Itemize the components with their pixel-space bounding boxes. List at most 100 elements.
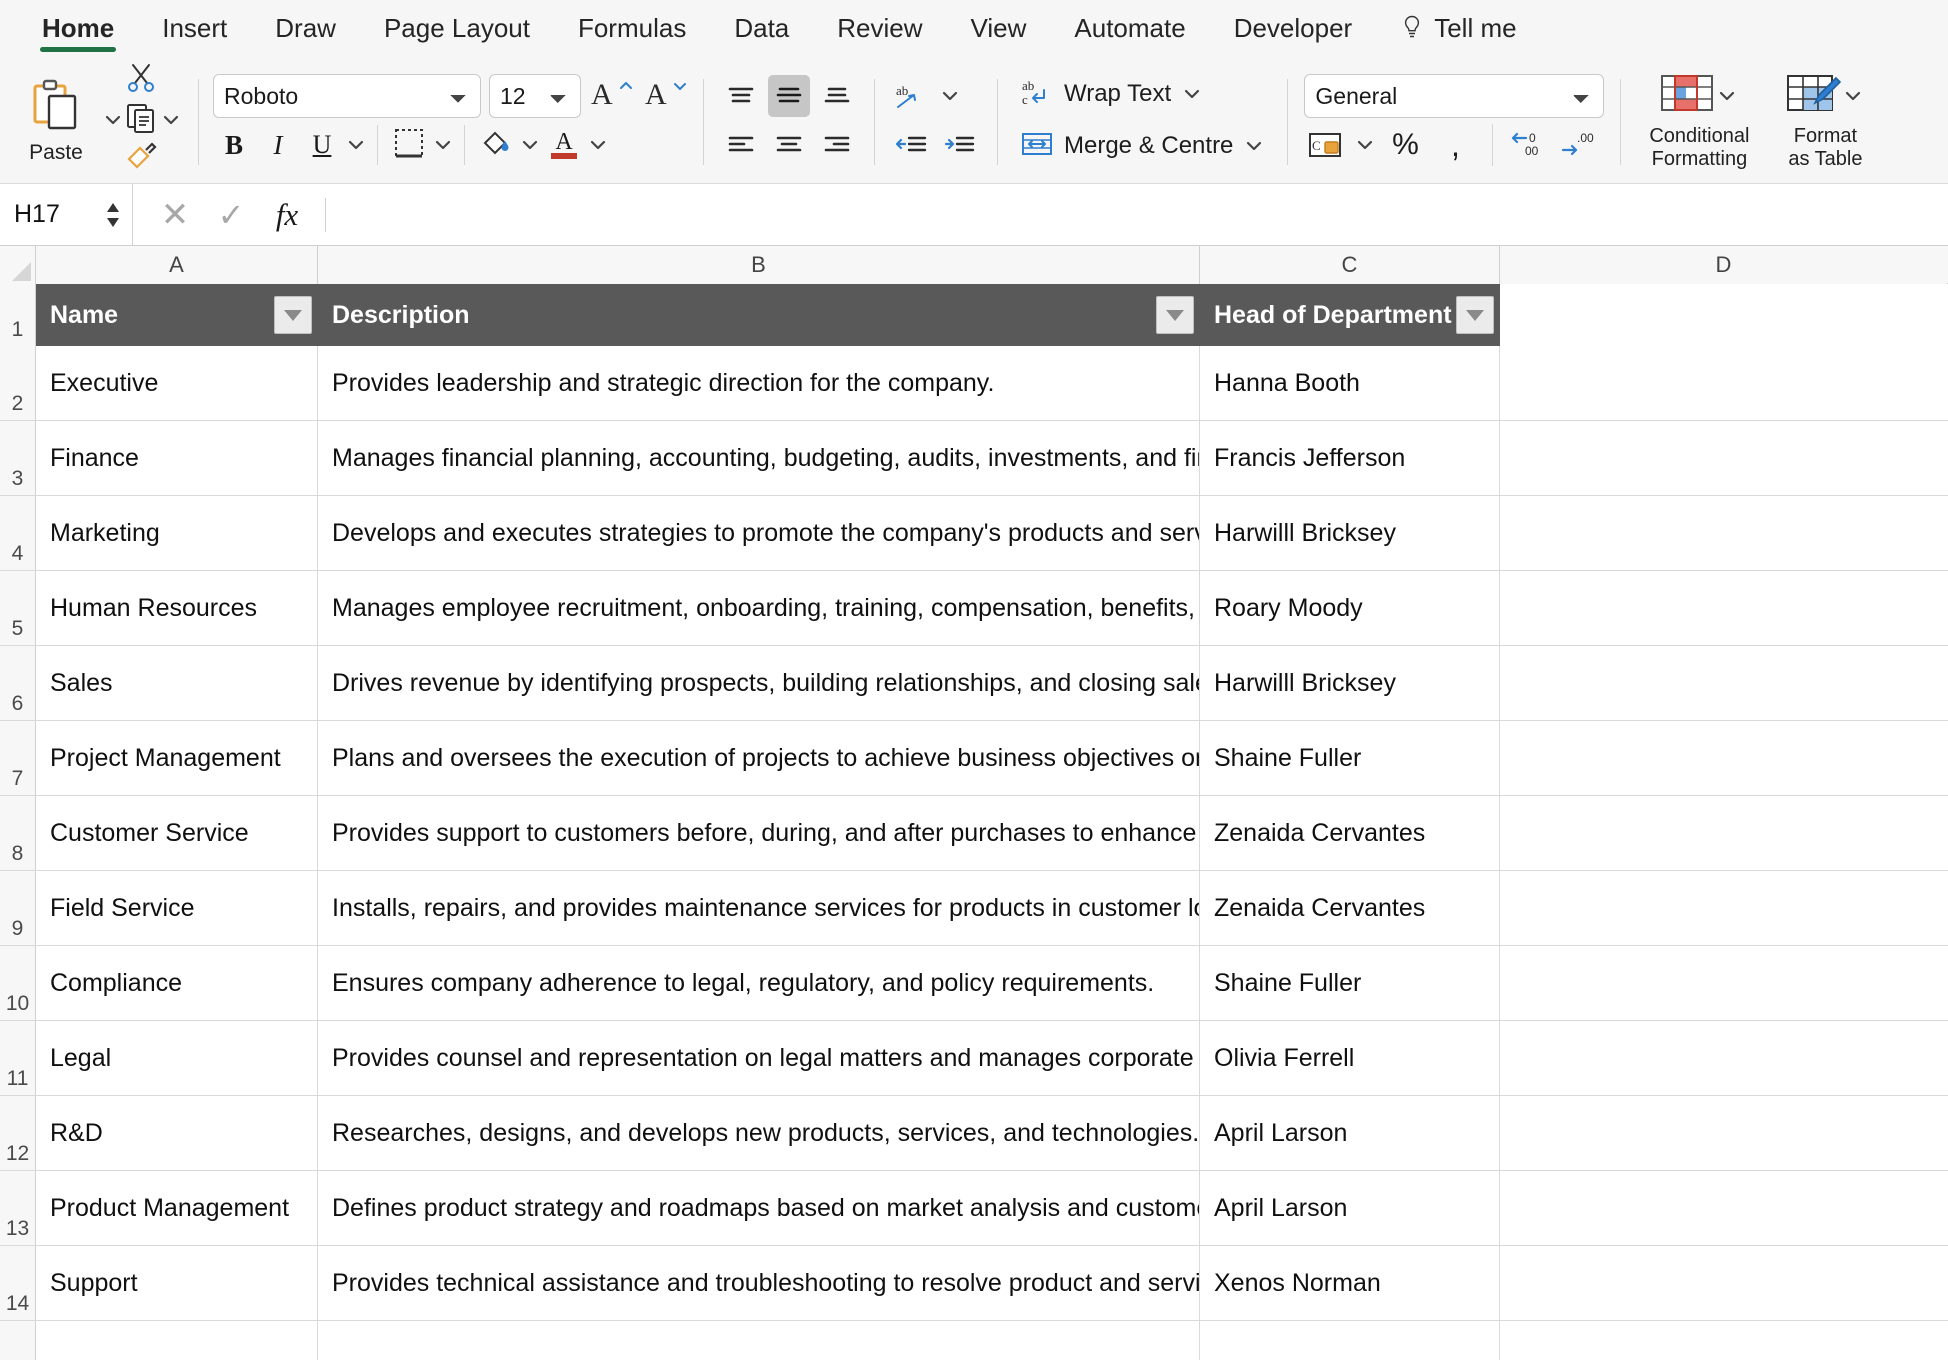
column-header-b[interactable]: B <box>318 246 1200 284</box>
cell-description[interactable]: Manages employee recruitment, onboarding… <box>318 571 1200 645</box>
row-header-11[interactable]: 11 <box>0 1021 36 1095</box>
accounting-format-button[interactable]: C <box>1304 124 1346 166</box>
percent-style-button[interactable]: % <box>1384 124 1426 166</box>
cell-empty[interactable] <box>1500 346 1947 420</box>
cell-head-of-department[interactable]: Hanna Booth <box>1200 346 1500 420</box>
decrease-decimal-button[interactable]: .00 <box>1559 124 1601 166</box>
cell-head-of-department[interactable]: Roary Moody <box>1200 571 1500 645</box>
cell-head-of-department[interactable]: April Larson <box>1200 1096 1500 1170</box>
table-header-head-of-department[interactable]: Head of Department <box>1200 284 1500 346</box>
cell-empty[interactable] <box>1500 496 1947 570</box>
row-header-7[interactable]: 7 <box>0 721 36 795</box>
row-header-5[interactable]: 5 <box>0 571 36 645</box>
underline-button[interactable]: U <box>301 124 343 166</box>
comma-style-button[interactable]: , <box>1434 124 1476 166</box>
column-header-a[interactable]: A <box>36 246 318 284</box>
tab-view[interactable]: View <box>947 0 1051 56</box>
cell-name[interactable]: Project Management <box>36 721 318 795</box>
tab-insert[interactable]: Insert <box>138 0 251 56</box>
cell-name[interactable]: Field Service <box>36 871 318 945</box>
align-middle-button[interactable] <box>768 75 810 117</box>
cell-empty[interactable] <box>1500 1171 1947 1245</box>
cell-empty[interactable] <box>1500 1096 1947 1170</box>
cell-description[interactable]: Develops and executes strategies to prom… <box>318 496 1200 570</box>
column-header-d[interactable]: D <box>1500 246 1947 284</box>
align-center-button[interactable] <box>768 123 810 165</box>
increase-indent-button[interactable] <box>939 123 981 165</box>
select-all-corner[interactable] <box>0 246 36 284</box>
row-header-4[interactable]: 4 <box>0 496 36 570</box>
cell-head-of-department[interactable]: Harwilll Bricksey <box>1200 646 1500 720</box>
row-header-8[interactable]: 8 <box>0 796 36 870</box>
cell-empty[interactable] <box>1500 946 1947 1020</box>
cell-empty[interactable] <box>1500 796 1947 870</box>
row-header-12[interactable]: 12 <box>0 1096 36 1170</box>
cell-name[interactable]: Finance <box>36 421 318 495</box>
tab-tell-me[interactable]: Tell me <box>1376 0 1540 56</box>
accounting-chevron-down-icon[interactable] <box>1354 134 1376 156</box>
fill-color-chevron-down-icon[interactable] <box>519 134 541 156</box>
merge-and-centre-button[interactable]: Merge & Centre <box>1014 124 1271 168</box>
align-bottom-button[interactable] <box>816 75 858 117</box>
row-header-6[interactable]: 6 <box>0 646 36 720</box>
row-header-14[interactable]: 14 <box>0 1246 36 1320</box>
text-orientation-button[interactable]: ab <box>891 75 933 117</box>
format-as-table-button[interactable]: Format as Table <box>1763 70 1887 170</box>
cell-head-of-department[interactable]: April Larson <box>1200 1171 1500 1245</box>
cell-description[interactable]: Installs, repairs, and provides maintena… <box>318 871 1200 945</box>
increase-font-size-button[interactable]: A <box>589 75 635 117</box>
cell-name[interactable]: Legal <box>36 1021 318 1095</box>
cell-name[interactable]: Executive <box>36 346 318 420</box>
borders-chevron-down-icon[interactable] <box>432 134 454 156</box>
bold-button[interactable]: B <box>213 124 255 166</box>
cell-head-of-department[interactable]: Francis Jefferson <box>1200 421 1500 495</box>
cell-name[interactable]: R&D <box>36 1096 318 1170</box>
cell-description[interactable]: Plans and oversees the execution of proj… <box>318 721 1200 795</box>
insert-function-button[interactable]: fx <box>259 187 315 243</box>
name-box-spinner[interactable] <box>104 200 122 230</box>
cell-description[interactable]: Researches, designs, and develops new pr… <box>318 1096 1200 1170</box>
cell-description[interactable]: Defines product strategy and roadmaps ba… <box>318 1171 1200 1245</box>
cell-name[interactable]: Sales <box>36 646 318 720</box>
cell-description[interactable]: Provides counsel and representation on l… <box>318 1021 1200 1095</box>
cell-name[interactable]: Human Resources <box>36 571 318 645</box>
align-left-button[interactable] <box>720 123 762 165</box>
number-format-select[interactable]: GeneralNumberCurrencyAccountingShort Dat… <box>1304 74 1604 118</box>
row-header-2[interactable]: 2 <box>0 346 36 420</box>
cell-name[interactable] <box>36 1321 318 1360</box>
wrap-text-chevron-down-icon[interactable] <box>1181 83 1203 105</box>
filter-dropdown-head-of-department[interactable] <box>1456 296 1494 334</box>
cell-head-of-department[interactable]: Shaine Fuller <box>1200 721 1500 795</box>
tab-page-layout[interactable]: Page Layout <box>360 0 554 56</box>
cell-name[interactable]: Compliance <box>36 946 318 1020</box>
cell-head-of-department[interactable]: Zenaida Cervantes <box>1200 871 1500 945</box>
tab-automate[interactable]: Automate <box>1050 0 1209 56</box>
conditional-formatting-chevron-down-icon[interactable] <box>1716 85 1738 107</box>
tab-draw[interactable]: Draw <box>251 0 360 56</box>
filter-dropdown-description[interactable] <box>1156 296 1194 334</box>
merge-chevron-down-icon[interactable] <box>1243 135 1265 157</box>
row-header-13[interactable]: 13 <box>0 1171 36 1245</box>
cell-empty[interactable] <box>1500 571 1947 645</box>
align-right-button[interactable] <box>816 123 858 165</box>
underline-chevron-down-icon[interactable] <box>345 134 367 156</box>
cell-head-of-department[interactable]: Harwilll Bricksey <box>1200 496 1500 570</box>
cell-empty[interactable] <box>1500 1021 1947 1095</box>
paste-button[interactable]: Paste <box>10 62 102 178</box>
conditional-formatting-button[interactable]: Conditional Formatting <box>1637 70 1761 170</box>
tab-home[interactable]: Home <box>18 0 138 56</box>
row-header-10[interactable]: 10 <box>0 946 36 1020</box>
table-header-description[interactable]: Description <box>318 284 1200 346</box>
cell-description[interactable] <box>318 1321 1200 1360</box>
italic-button[interactable]: I <box>257 124 299 166</box>
formula-input[interactable] <box>336 184 1948 245</box>
font-family-select[interactable]: RobotoCalibriArialTimes New Roman <box>213 74 481 118</box>
cell-empty[interactable] <box>1500 871 1947 945</box>
cell-empty[interactable] <box>1500 721 1947 795</box>
format-painter-button[interactable] <box>124 141 182 179</box>
borders-button[interactable] <box>388 124 430 166</box>
cell-name[interactable]: Support <box>36 1246 318 1320</box>
decrease-indent-button[interactable] <box>891 123 933 165</box>
cell-head-of-department[interactable] <box>1200 1321 1500 1360</box>
cell-empty[interactable] <box>1500 646 1947 720</box>
